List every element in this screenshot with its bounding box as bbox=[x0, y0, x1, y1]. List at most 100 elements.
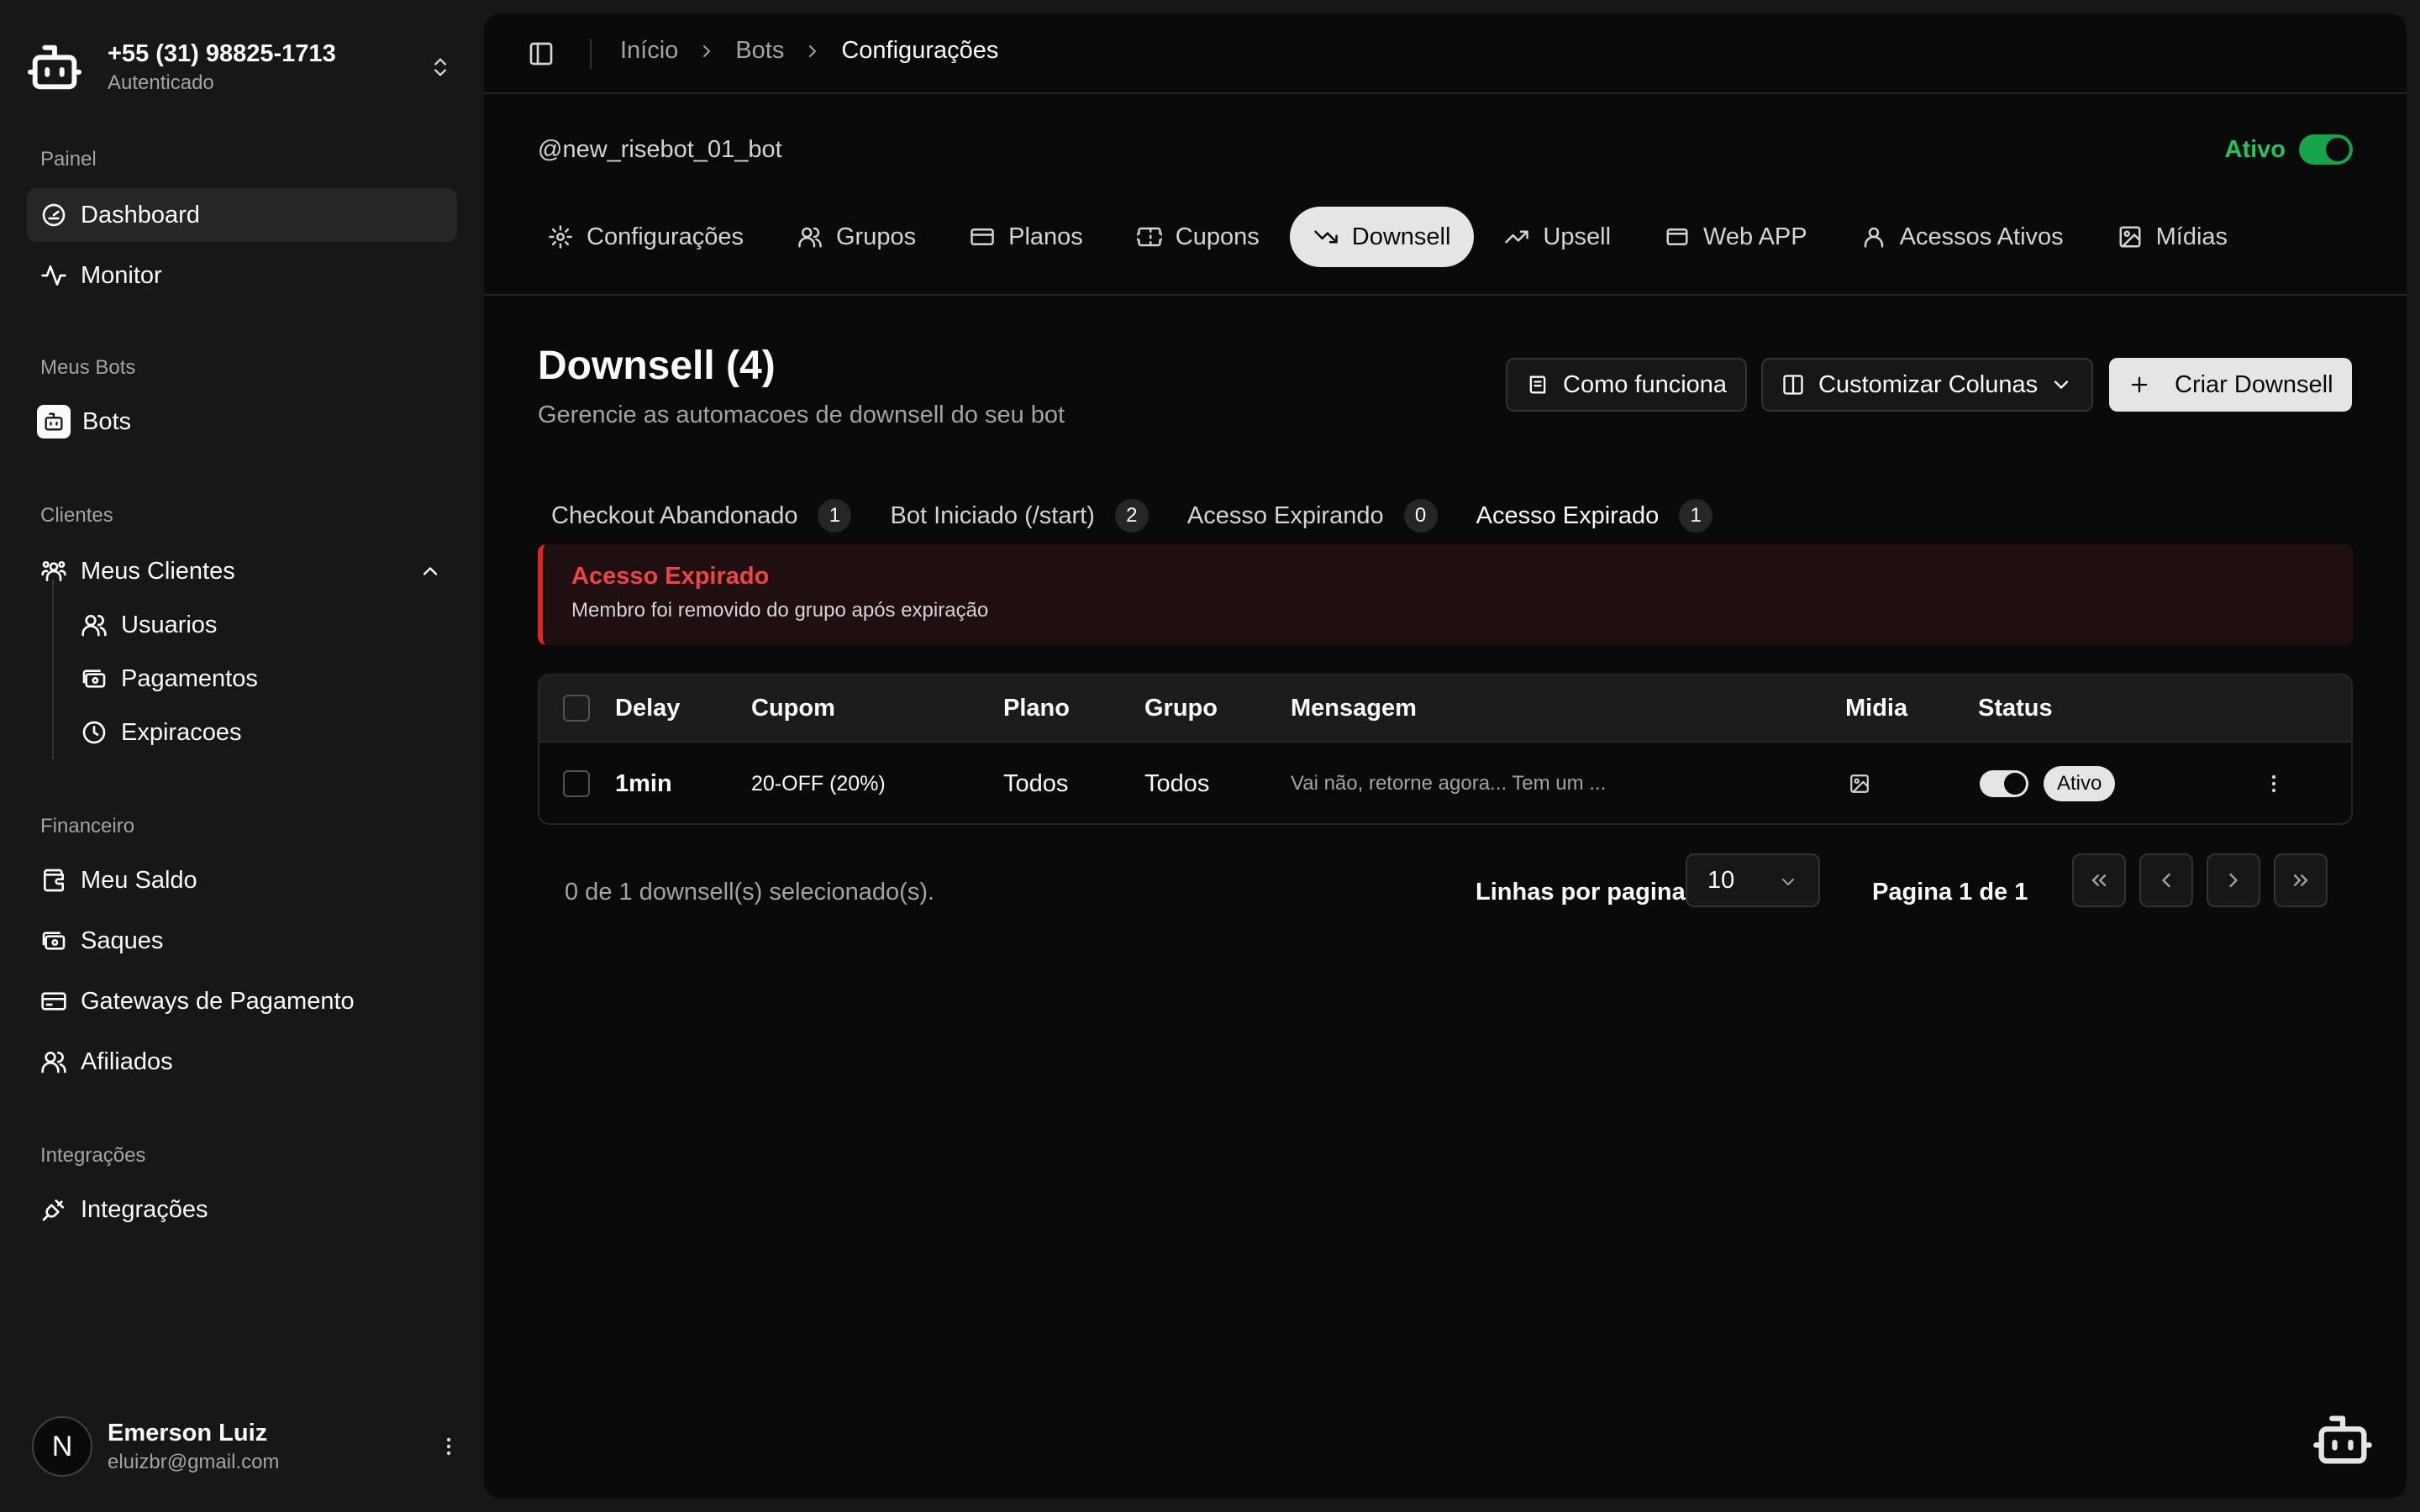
chevrons-left-icon bbox=[2087, 869, 2111, 892]
sidebar-item-meus-clientes[interactable]: Meus Clientes bbox=[27, 544, 457, 598]
cell-cupom: 20-OFF (20%) bbox=[751, 771, 886, 795]
users-icon bbox=[40, 1048, 67, 1075]
tab-acessos-ativos[interactable]: Acessos Ativos bbox=[1838, 207, 2087, 267]
chevron-down-icon bbox=[1778, 872, 1798, 892]
chevron-right-icon bbox=[802, 41, 823, 61]
more-vertical-icon[interactable] bbox=[2264, 769, 2284, 799]
tab-label: Acessos Ativos bbox=[1899, 223, 2064, 250]
sidebar-item-dashboard[interactable]: Dashboard bbox=[27, 188, 457, 242]
sidebar-subitem-pagamentos[interactable]: Pagamentos bbox=[69, 654, 455, 704]
credit-card-icon bbox=[40, 988, 67, 1015]
sidebar-item-integracoes[interactable]: Integrações bbox=[27, 1183, 457, 1236]
table-row[interactable]: 1min 20-OFF (20%) Todos Todos Vai não, r… bbox=[539, 743, 2351, 823]
column-header-midia[interactable]: Midia bbox=[1845, 675, 1907, 741]
bot-assistant-button[interactable] bbox=[2311, 1408, 2375, 1472]
row-select-cell bbox=[563, 743, 590, 823]
users-group-icon bbox=[40, 558, 67, 585]
image-icon[interactable] bbox=[1849, 773, 1870, 795]
tab-configuracoes[interactable]: Configurações bbox=[524, 207, 767, 267]
next-page-button[interactable] bbox=[2207, 853, 2260, 907]
rows-per-page-label: Linhas por pagina bbox=[1476, 879, 1686, 906]
tab-label: Downsell bbox=[1351, 223, 1451, 250]
status-badge: Ativo bbox=[2044, 766, 2116, 801]
selection-count: 0 de 1 downsell(s) selecionado(s). bbox=[565, 879, 935, 906]
chevrons-right-icon bbox=[2289, 869, 2312, 892]
more-vertical-icon[interactable] bbox=[439, 1431, 459, 1462]
tab-cupons[interactable]: Cupons bbox=[1113, 207, 1283, 267]
column-header-status[interactable]: Status bbox=[1978, 675, 2053, 741]
sidebar-subitem-label: Expiracoes bbox=[121, 718, 242, 746]
user-email: eluizbr@gmail.com bbox=[108, 1450, 280, 1473]
bot-header: @new_risebot_01_bot Ativo bbox=[484, 94, 2407, 178]
previous-page-button[interactable] bbox=[2139, 853, 2193, 907]
create-downsell-button[interactable]: Criar Downsell bbox=[2109, 358, 2352, 412]
sidebar-subitem-expiracoes[interactable]: Expiracoes bbox=[69, 707, 455, 758]
browser-icon bbox=[1665, 224, 1690, 249]
cell-delay: 1min bbox=[615, 769, 672, 797]
sidebar-item-meu-saldo[interactable]: Meu Saldo bbox=[27, 853, 457, 907]
tab-label: Planos bbox=[1008, 223, 1083, 250]
first-page-button[interactable] bbox=[2072, 853, 2126, 907]
tab-upsell[interactable]: Upsell bbox=[1481, 207, 1634, 267]
tab-label: Mídias bbox=[2155, 223, 2228, 250]
how-it-works-button[interactable]: Como funciona bbox=[1506, 358, 1748, 412]
row-status-toggle[interactable] bbox=[1980, 770, 2028, 797]
bot-active-toggle[interactable] bbox=[2299, 134, 2353, 165]
column-header-cupom[interactable]: Cupom bbox=[751, 675, 835, 741]
cell-plano: Todos bbox=[1003, 769, 1069, 797]
last-page-button[interactable] bbox=[2274, 853, 2328, 907]
row-checkbox[interactable] bbox=[563, 770, 590, 797]
tab-downsell[interactable]: Downsell bbox=[1289, 207, 1475, 267]
sidebar-item-saques[interactable]: Saques bbox=[27, 914, 457, 968]
page-subtitle: Gerencie as automacoes de downsell do se… bbox=[538, 402, 1065, 428]
account-switcher[interactable]: +55 (31) 98825-1713 Autenticado bbox=[25, 34, 459, 101]
sidebar-item-afiliados[interactable]: Afiliados bbox=[27, 1035, 457, 1089]
chevron-up-icon bbox=[418, 559, 442, 583]
gauge-icon bbox=[40, 202, 67, 228]
submenu-divider bbox=[52, 580, 54, 759]
user-menu[interactable]: N Emerson Luiz eluizbr@gmail.com bbox=[32, 1413, 459, 1480]
trending-up-icon bbox=[1504, 224, 1529, 249]
cell-grupo: Todos bbox=[1144, 769, 1210, 797]
subtab-bot-iniciado[interactable]: Bot Iniciado (/start) 2 bbox=[876, 484, 1161, 548]
sidebar-item-label: Monitor bbox=[81, 261, 162, 289]
column-header-delay[interactable]: Delay bbox=[615, 675, 680, 741]
banknote-icon bbox=[81, 665, 108, 692]
subtab-label: Bot Iniciado (/start) bbox=[890, 501, 1095, 529]
plug-icon bbox=[40, 1196, 67, 1223]
breadcrumb-inicio[interactable]: Início bbox=[620, 37, 678, 65]
sidebar-item-label: Afiliados bbox=[81, 1047, 173, 1075]
bot-status-label: Ativo bbox=[2224, 136, 2286, 163]
subtab-checkout-abandonado[interactable]: Checkout Abandonado 1 bbox=[538, 484, 865, 548]
sidebar-item-gateways[interactable]: Gateways de Pagamento bbox=[27, 974, 457, 1028]
customize-columns-button[interactable]: Customizar Colunas bbox=[1761, 358, 2094, 412]
bot-tabs: Configurações Grupos Planos Cupons Downs… bbox=[524, 207, 2234, 267]
column-header-grupo[interactable]: Grupo bbox=[1144, 675, 1218, 741]
subtab-acesso-expirando[interactable]: Acesso Expirando 0 bbox=[1174, 484, 1451, 548]
divider bbox=[590, 39, 592, 69]
tab-midias[interactable]: Mídias bbox=[2094, 207, 2228, 267]
row-actions-cell bbox=[2264, 743, 2284, 823]
rows-per-page-select[interactable]: 10 bbox=[1686, 853, 1820, 907]
sidebar-subitem-usuarios[interactable]: Usuarios bbox=[69, 600, 455, 650]
sidebar-item-label: Gateways de Pagamento bbox=[81, 987, 355, 1015]
trending-down-icon bbox=[1313, 224, 1339, 249]
sidebar-item-bots[interactable]: Bots bbox=[27, 395, 457, 449]
column-header-plano[interactable]: Plano bbox=[1003, 675, 1070, 741]
sidebar-toggle-icon[interactable] bbox=[528, 40, 555, 67]
tab-label: Configurações bbox=[587, 223, 744, 250]
breadcrumb-bots[interactable]: Bots bbox=[735, 37, 784, 65]
subtab-acesso-expirado[interactable]: Acesso Expirado 1 bbox=[1462, 484, 1727, 548]
sidebar-item-monitor[interactable]: Monitor bbox=[27, 249, 457, 302]
section-label-integracoes: Integrações bbox=[40, 1144, 146, 1167]
subtab-label: Acesso Expirando bbox=[1186, 501, 1384, 529]
column-header-mensagem[interactable]: Mensagem bbox=[1291, 675, 1417, 741]
account-phone: +55 (31) 98825-1713 bbox=[108, 39, 336, 67]
breadcrumb-current: Configurações bbox=[841, 37, 999, 64]
tab-web-app[interactable]: Web APP bbox=[1641, 207, 1831, 267]
bot-icon bbox=[2311, 1408, 2375, 1472]
tab-grupos[interactable]: Grupos bbox=[774, 207, 939, 267]
downsell-table: Delay Cupom Plano Grupo Mensagem Midia S… bbox=[538, 674, 2353, 825]
tab-planos[interactable]: Planos bbox=[946, 207, 1107, 267]
select-all-checkbox[interactable] bbox=[563, 695, 590, 722]
